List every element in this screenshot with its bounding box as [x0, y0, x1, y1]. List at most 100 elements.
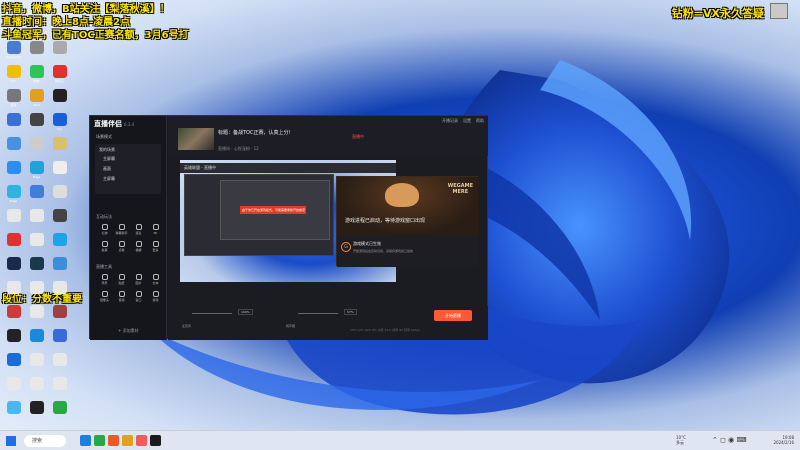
scene-mode-header[interactable]: 场景模式 — [96, 134, 112, 140]
desktop-icon[interactable] — [48, 232, 71, 256]
desktop-icon[interactable] — [25, 376, 48, 400]
tool-button[interactable]: 摄像头 — [96, 291, 113, 305]
desktop-icon[interactable] — [25, 256, 48, 280]
desktop-icon[interactable] — [2, 160, 25, 184]
desktop-icon[interactable] — [25, 304, 48, 328]
tool-button[interactable]: 音频 — [113, 291, 130, 305]
tool-button[interactable]: 弹幕助手 — [113, 224, 130, 238]
header-links: 开播记录 设置 帮助 — [442, 118, 484, 124]
desktop-icon[interactable] — [2, 328, 25, 352]
tool-button[interactable]: 图片 — [130, 274, 147, 288]
taskbar-app-icon[interactable] — [150, 435, 161, 446]
desktop-icon[interactable] — [2, 400, 25, 424]
tool-button[interactable]: PK — [147, 224, 164, 238]
help-link[interactable]: 帮助 — [476, 118, 484, 124]
desktop-icon[interactable] — [2, 352, 25, 376]
desktop-icon[interactable] — [25, 232, 48, 256]
desktop-icon-label — [3, 247, 25, 252]
taskbar-app-icon[interactable] — [136, 435, 147, 446]
desktop-icon[interactable]: Supporter — [2, 40, 25, 64]
desktop-icon[interactable] — [25, 40, 48, 64]
desktop-icon[interactable] — [2, 112, 25, 136]
desktop-icon[interactable] — [25, 208, 48, 232]
desktop-icon[interactable] — [25, 328, 48, 352]
weather-widget[interactable]: 10°C 多云 — [676, 435, 686, 445]
desktop-icon[interactable]: 微信 — [25, 64, 48, 88]
desktop-icon[interactable] — [25, 280, 48, 304]
desktop-icon[interactable] — [2, 376, 25, 400]
tool-button[interactable]: 福袋 — [130, 241, 147, 255]
system-tray-icons[interactable]: ⌃ ◻ ◉ ⌨ — [712, 436, 747, 444]
desktop-icon[interactable] — [2, 136, 25, 160]
desktop-icon[interactable] — [48, 328, 71, 352]
desktop-icon[interactable] — [2, 208, 25, 232]
tool-label: 文本 — [152, 281, 159, 285]
desktop-icon[interactable] — [25, 400, 48, 424]
desktop-icon[interactable] — [2, 232, 25, 256]
desktop-icon[interactable] — [48, 256, 71, 280]
add-source-button[interactable]: + 添加素材 — [118, 328, 139, 334]
taskbar-search[interactable]: 搜索 — [24, 435, 66, 447]
taskbar-app-icon[interactable] — [108, 435, 119, 446]
streamer-avatar[interactable] — [178, 128, 214, 150]
start-live-button[interactable]: 开始直播 — [434, 310, 472, 321]
desktop-icon[interactable] — [2, 256, 25, 280]
mic-volume-slider[interactable] — [192, 313, 232, 314]
desktop-icon-label — [26, 55, 48, 60]
desktop-icon[interactable]: Mail — [25, 88, 48, 112]
desktop-icon[interactable] — [48, 304, 71, 328]
scene-item[interactable]: 主屏幕 — [103, 176, 155, 182]
desktop-icon[interactable] — [48, 376, 71, 400]
desktop-icon[interactable] — [25, 352, 48, 376]
recycle-bin-icon[interactable] — [770, 3, 788, 19]
desktop-icon[interactable] — [48, 400, 71, 424]
overlay-vip-text: 钻粉=VX永久答疑 — [671, 7, 764, 20]
app-icon — [6, 137, 21, 150]
desktop-icon-label — [49, 343, 71, 348]
speaker-volume-slider[interactable] — [298, 313, 338, 314]
desktop-icon[interactable]: Top — [48, 112, 71, 136]
tool-button[interactable]: 更多 — [147, 241, 164, 255]
desktop-icon[interactable] — [25, 112, 48, 136]
desktop-icon[interactable]: QQ — [2, 64, 25, 88]
room-title[interactable]: 标题：备战TOC正赛，认真上分！ — [218, 129, 308, 136]
desktop-icon[interactable] — [48, 184, 71, 208]
clock[interactable]: 19:08 2024/2/16 — [773, 435, 794, 445]
desktop-icon[interactable] — [48, 40, 71, 64]
tool-button[interactable]: 投票 — [96, 241, 113, 255]
tool-button[interactable]: 游戏 — [147, 291, 164, 305]
desktop-icon[interactable]: Edge — [2, 184, 25, 208]
desktop-icon-label — [49, 175, 71, 180]
settings-link[interactable]: 设置 — [463, 118, 471, 124]
taskbar-app-icon[interactable] — [94, 435, 105, 446]
app-icon — [29, 305, 44, 318]
desktop-icon[interactable] — [25, 136, 48, 160]
desktop-icon[interactable] — [48, 136, 71, 160]
tool-button[interactable]: 礼物 — [96, 224, 113, 238]
tool-button[interactable]: 文本 — [147, 274, 164, 288]
tool-button[interactable]: 窗口 — [130, 291, 147, 305]
desktop-icon[interactable]: 网易云 — [48, 64, 71, 88]
scene-item[interactable]: 主屏幕 — [103, 156, 155, 162]
desktop-icon[interactable] — [2, 280, 25, 304]
desktop-icon[interactable] — [48, 88, 71, 112]
desktop-icon[interactable] — [48, 160, 71, 184]
app-icon — [52, 233, 67, 246]
desktop-icon[interactable] — [48, 352, 71, 376]
taskbar-app-icon[interactable] — [122, 435, 133, 446]
tool-button[interactable]: 贴纸 — [113, 274, 130, 288]
scene-item[interactable]: 画面 — [103, 166, 155, 172]
desktop-icon[interactable] — [48, 280, 71, 304]
tool-button[interactable]: 点歌 — [113, 241, 130, 255]
desktop-icon[interactable]: Edge — [25, 160, 48, 184]
start-menu-icon[interactable] — [6, 436, 16, 446]
live-record-link[interactable]: 开播记录 — [442, 118, 458, 124]
desktop-icon[interactable] — [2, 304, 25, 328]
desktop-icon[interactable]: 设置 — [2, 88, 25, 112]
taskbar-app-icon[interactable] — [80, 435, 91, 446]
app-icon — [6, 209, 21, 222]
tool-button[interactable]: 连麦 — [130, 224, 147, 238]
desktop-icon[interactable] — [25, 184, 48, 208]
tool-button[interactable]: 场景 — [96, 274, 113, 288]
desktop-icon[interactable] — [48, 208, 71, 232]
